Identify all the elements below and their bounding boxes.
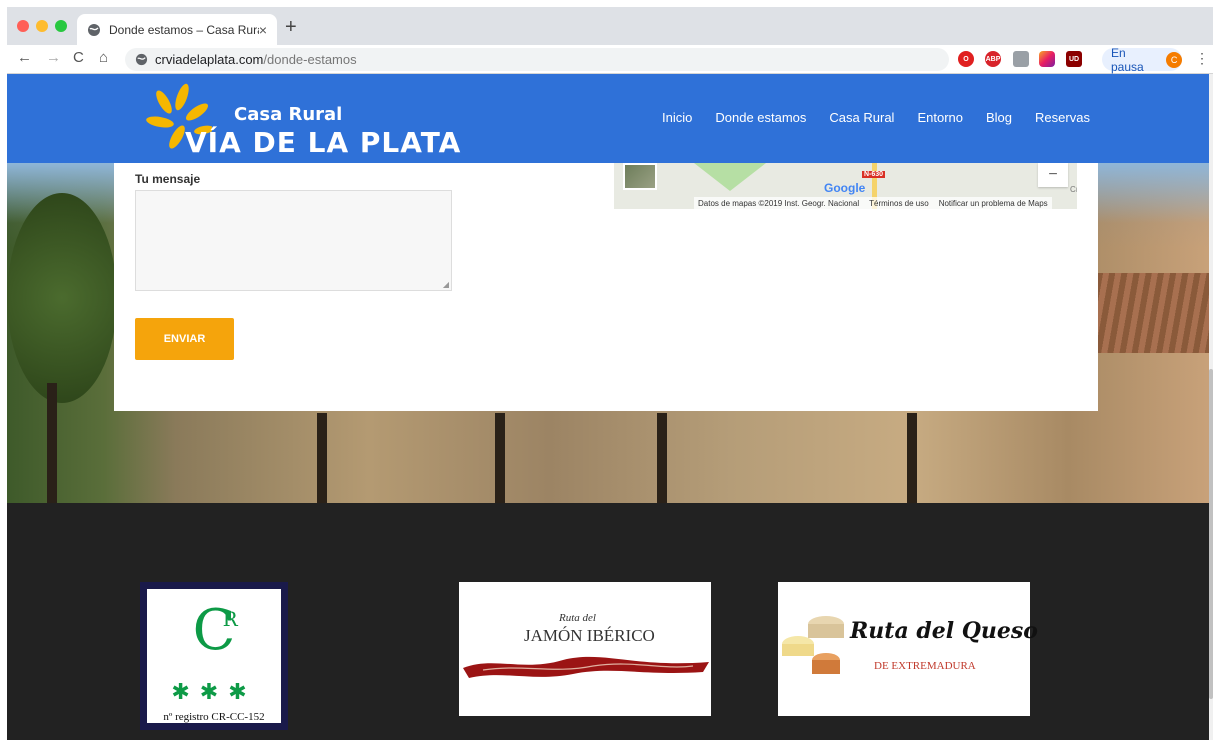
active-tab[interactable]: Donde estamos – Casa Rural × xyxy=(77,14,277,45)
satellite-toggle[interactable] xyxy=(623,163,657,190)
map-terms-link[interactable]: Términos de uso xyxy=(869,199,929,208)
browser-toolbar: ← → C ⌂ crviadelaplata.com/donde-estamos… xyxy=(7,45,1213,74)
profile-button[interactable]: En pausa C xyxy=(1102,45,1182,74)
page-scrollbar[interactable] xyxy=(1209,74,1213,740)
map-report-link[interactable]: Notificar un problema de Maps xyxy=(939,199,1048,208)
tree-trunk-3 xyxy=(495,413,505,503)
message-textarea[interactable]: ◢ xyxy=(135,190,452,291)
maximize-window-button[interactable] xyxy=(55,20,67,32)
tab-title: Donde estamos – Casa Rural xyxy=(109,22,259,37)
roof-tiles xyxy=(1097,273,1213,353)
page-content: Casa Rural VÍA DE LA PLATA Inicio Donde … xyxy=(7,74,1213,740)
new-tab-button[interactable]: + xyxy=(285,16,297,39)
opera-icon[interactable]: O xyxy=(958,51,974,67)
ruta-queso-badge[interactable]: Ruta del Queso DE EXTREMADURA xyxy=(778,582,1038,716)
registry-number: nº registro CR-CC-152 xyxy=(163,711,265,723)
logo-text-top[interactable]: Casa Rural xyxy=(234,104,342,125)
zoom-out-button[interactable]: − xyxy=(1038,163,1068,187)
tab-bar: Donde estamos – Casa Rural × + xyxy=(7,7,1213,45)
google-logo: Google xyxy=(824,181,866,195)
back-icon[interactable]: ← xyxy=(17,49,32,66)
address-bar[interactable]: crviadelaplata.com/donde-estamos xyxy=(125,48,949,71)
contact-card: Tu mensaje ◢ ENVIAR N-630 Google − Cı Da… xyxy=(114,163,1098,411)
jamon-small-text: Ruta del xyxy=(559,612,596,624)
site-footer: CR ✱✱✱ nº registro CR-CC-152 Ruta del JA… xyxy=(7,503,1213,740)
chat-icon[interactable] xyxy=(1013,51,1029,67)
nav-reservas[interactable]: Reservas xyxy=(1035,110,1090,125)
browser-menu-icon[interactable]: ⋮ xyxy=(1195,50,1209,67)
site-info-icon[interactable] xyxy=(135,53,148,66)
google-map[interactable]: N-630 Google − Cı Datos de mapas ©2019 I… xyxy=(614,163,1077,209)
map-park-area xyxy=(694,163,766,191)
nav-casa-rural[interactable]: Casa Rural xyxy=(829,110,894,125)
map-data-credit: Datos de mapas ©2019 Inst. Geogr. Nacion… xyxy=(698,198,860,208)
tree-left xyxy=(7,193,117,403)
cr-logo: CR xyxy=(193,603,238,659)
close-window-button[interactable] xyxy=(17,20,29,32)
nav-inicio[interactable]: Inicio xyxy=(662,110,692,125)
profile-status: En pausa xyxy=(1111,45,1144,74)
nav-entorno[interactable]: Entorno xyxy=(917,110,963,125)
map-attribution: Datos de mapas ©2019 Inst. Geogr. Nacion… xyxy=(694,197,1052,209)
window-controls xyxy=(17,20,67,32)
nav-donde-estamos[interactable]: Donde estamos xyxy=(715,110,806,125)
browser-window: Donde estamos – Casa Rural × + ← → C ⌂ c… xyxy=(7,7,1213,740)
scrollbar-thumb[interactable] xyxy=(1209,369,1213,699)
tree-trunk-4 xyxy=(657,413,667,503)
message-label: Tu mensaje xyxy=(135,172,201,186)
site-header: Casa Rural VÍA DE LA PLATA Inicio Donde … xyxy=(7,74,1213,163)
reload-icon[interactable]: C xyxy=(73,49,84,66)
rating-stars-icon: ✱✱✱ xyxy=(171,679,257,704)
url-host: crviadelaplata.com xyxy=(155,52,264,67)
home-icon[interactable]: ⌂ xyxy=(99,49,108,66)
avatar: C xyxy=(1166,51,1182,68)
nav-blog[interactable]: Blog xyxy=(986,110,1012,125)
send-button[interactable]: ENVIAR xyxy=(135,318,234,360)
main-nav: Inicio Donde estamos Casa Rural Entorno … xyxy=(662,110,1113,125)
adblock-plus-icon[interactable]: ABP xyxy=(985,51,1001,67)
tree-trunk-2 xyxy=(317,413,327,503)
minimize-window-button[interactable] xyxy=(36,20,48,32)
url-path: /donde-estamos xyxy=(263,52,357,67)
queso-title: Ruta del Queso xyxy=(850,618,1038,644)
map-edge-label: Cı xyxy=(1070,185,1077,194)
cheese-icon xyxy=(782,616,844,674)
jamon-title: JAMÓN IBÉRICO xyxy=(524,626,655,645)
tree-trunk-1 xyxy=(47,383,57,503)
ublock-icon[interactable]: UD xyxy=(1066,51,1082,67)
tree-trunk-5 xyxy=(907,413,917,503)
casa-rural-registry-badge[interactable]: CR ✱✱✱ nº registro CR-CC-152 xyxy=(140,582,288,730)
resize-grip-icon[interactable]: ◢ xyxy=(443,280,449,289)
forward-icon[interactable]: → xyxy=(46,49,61,66)
queso-subtitle: DE EXTREMADURA xyxy=(874,660,976,672)
ham-stripe-icon xyxy=(463,656,709,678)
cr-sup: R xyxy=(222,607,238,631)
logo-text-main[interactable]: VÍA DE LA PLATA xyxy=(185,126,461,159)
globe-icon xyxy=(88,23,100,36)
ruta-jamon-badge[interactable]: Ruta del JAMÓN IBÉRICO xyxy=(459,582,711,716)
tab-close-icon[interactable]: × xyxy=(259,22,267,38)
road-shield: N-630 xyxy=(862,171,886,178)
instagram-icon[interactable] xyxy=(1039,51,1055,67)
